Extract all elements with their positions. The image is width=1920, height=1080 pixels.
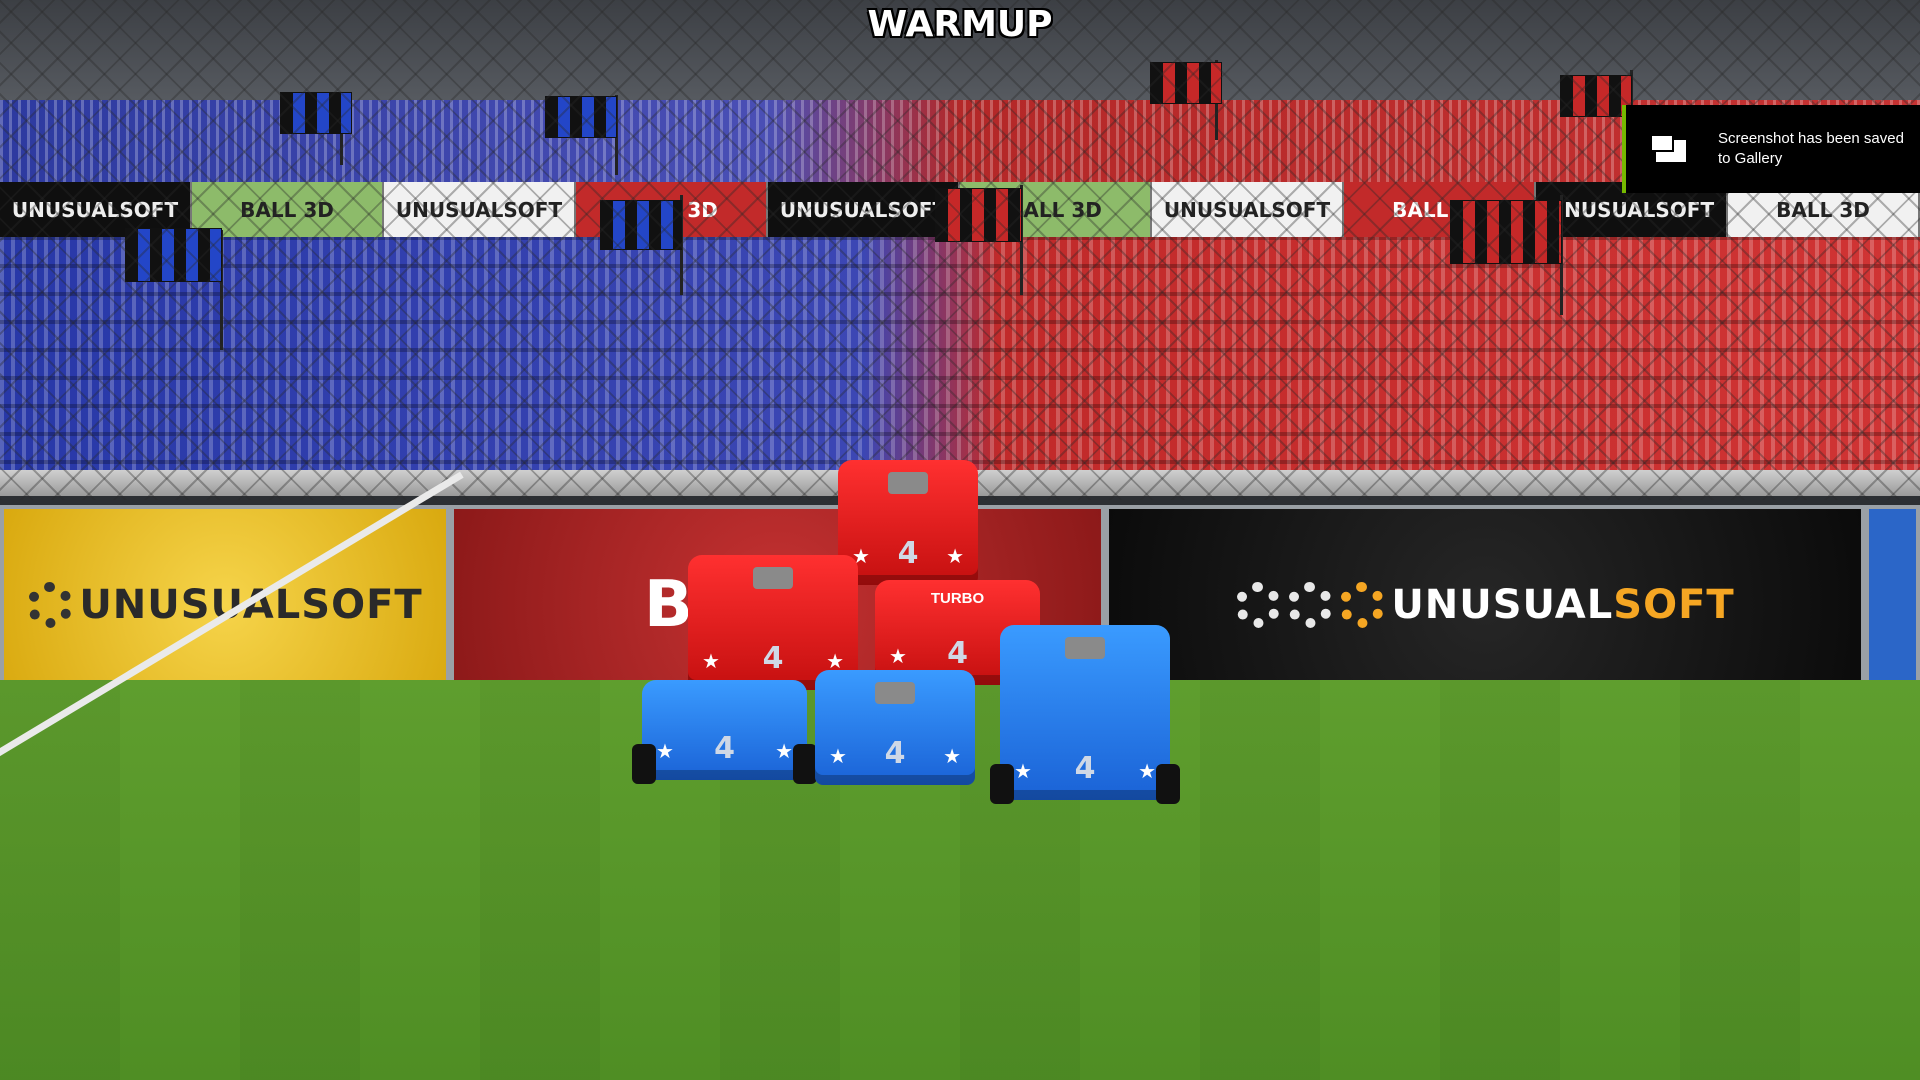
red-team-flag (935, 188, 1022, 242)
red-team-flag (1150, 62, 1222, 104)
upper-banner: UNUSUALSOFT (1152, 182, 1344, 237)
gallery-icon (1650, 132, 1688, 166)
car-red: ★ ★ 4 (838, 460, 978, 585)
engine-icon (875, 682, 915, 704)
screenshot-saved-notification[interactable]: Screenshot has been saved to Gallery (1622, 105, 1920, 193)
car-blue: ★ ★ 4 (990, 625, 1180, 804)
notification-message: Screenshot has been saved to Gallery (1718, 130, 1904, 167)
blue-team-flag (125, 228, 222, 282)
car-number: 4 (714, 731, 735, 766)
engine-icon (1065, 637, 1105, 659)
upper-banner: UNUSUALSOFT (384, 182, 576, 237)
upper-banner: UNUSUALSOFT (768, 182, 960, 237)
gear-logo-icon (1287, 582, 1334, 628)
car-number: 4 (884, 736, 906, 771)
car-number: 4 (1074, 751, 1096, 786)
blue-team-flag (545, 96, 617, 138)
car-blue: ★ ★ 4 (632, 680, 817, 784)
blue-team-flag (280, 92, 352, 134)
ad-board-unusualsoft-black: UNUSUALSOFT (1105, 505, 1865, 705)
match-mode-title: WARMUP (867, 4, 1053, 45)
turbo-label: TURBO (930, 590, 985, 607)
ad-board-unusualsoft-yellow: UNUSUALSOFT (0, 505, 450, 705)
engine-icon (888, 472, 928, 494)
engine-icon (753, 567, 793, 589)
car-number: 4 (897, 536, 919, 571)
brand-text: UNUSUALSOFT (1391, 582, 1735, 628)
ad-board-blue (1865, 505, 1920, 705)
blue-team-flag (600, 200, 682, 250)
red-team-flag (1450, 200, 1562, 264)
gear-logo-icon (27, 582, 74, 628)
gear-logo-icon (1235, 582, 1282, 628)
gear-logo-icon (1339, 582, 1386, 628)
lower-stands-crowd (0, 237, 1920, 492)
car-blue: ★ ★ 4 (815, 670, 975, 785)
